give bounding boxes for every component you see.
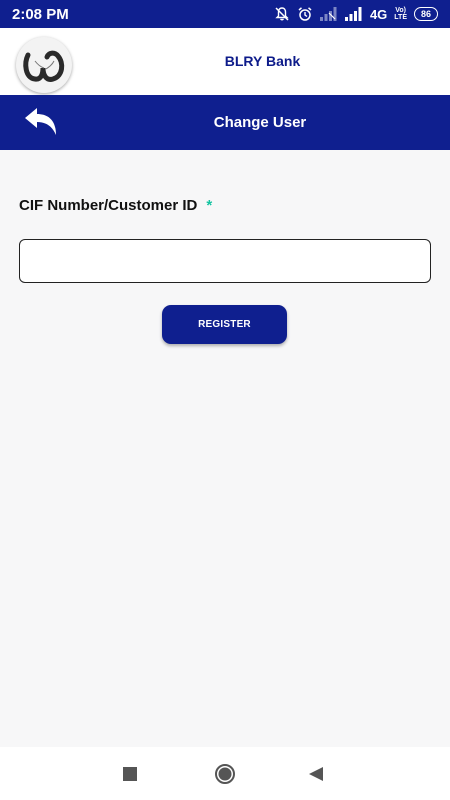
required-asterisk: * xyxy=(206,197,213,214)
status-icons: 4G Vo) LTE 86 xyxy=(274,6,438,22)
notifications-off-icon xyxy=(274,6,290,22)
back-arrow-icon xyxy=(25,108,56,135)
volte-indicator: Vo) LTE xyxy=(394,7,407,21)
app-title: BLRY Bank xyxy=(224,53,301,69)
cif-field-label: CIF Number/Customer ID * xyxy=(19,197,212,214)
cif-input[interactable] xyxy=(19,239,431,283)
circle-icon xyxy=(215,763,235,784)
status-time: 2:08 PM xyxy=(12,5,69,23)
system-nav-bar xyxy=(0,747,450,800)
logo-mark-icon xyxy=(23,50,65,82)
nav-recents-button[interactable] xyxy=(110,747,150,800)
alarm-icon xyxy=(297,6,313,22)
battery-indicator: 86 xyxy=(413,7,438,21)
nav-home-button[interactable] xyxy=(204,747,246,800)
nav-back-button[interactable] xyxy=(296,747,336,800)
volte-bottom: LTE xyxy=(394,14,407,21)
bank-logo xyxy=(16,37,72,93)
toolbar: Change User xyxy=(0,95,450,150)
register-button[interactable]: REGISTER xyxy=(162,305,287,344)
triangle-back-icon xyxy=(309,766,323,781)
signal-weak-icon xyxy=(319,7,338,21)
back-button[interactable] xyxy=(20,104,62,140)
cif-label-text: CIF Number/Customer ID xyxy=(19,197,198,214)
app-header: BLRY Bank xyxy=(0,28,450,95)
network-type: 4G xyxy=(369,6,388,22)
signal-strong-icon xyxy=(344,7,363,21)
page-title: Change User xyxy=(213,114,307,131)
volte-top: Vo) xyxy=(395,7,407,14)
status-bar: 2:08 PM 4G Vo) LTE 86 xyxy=(0,0,450,28)
square-icon xyxy=(123,766,137,781)
